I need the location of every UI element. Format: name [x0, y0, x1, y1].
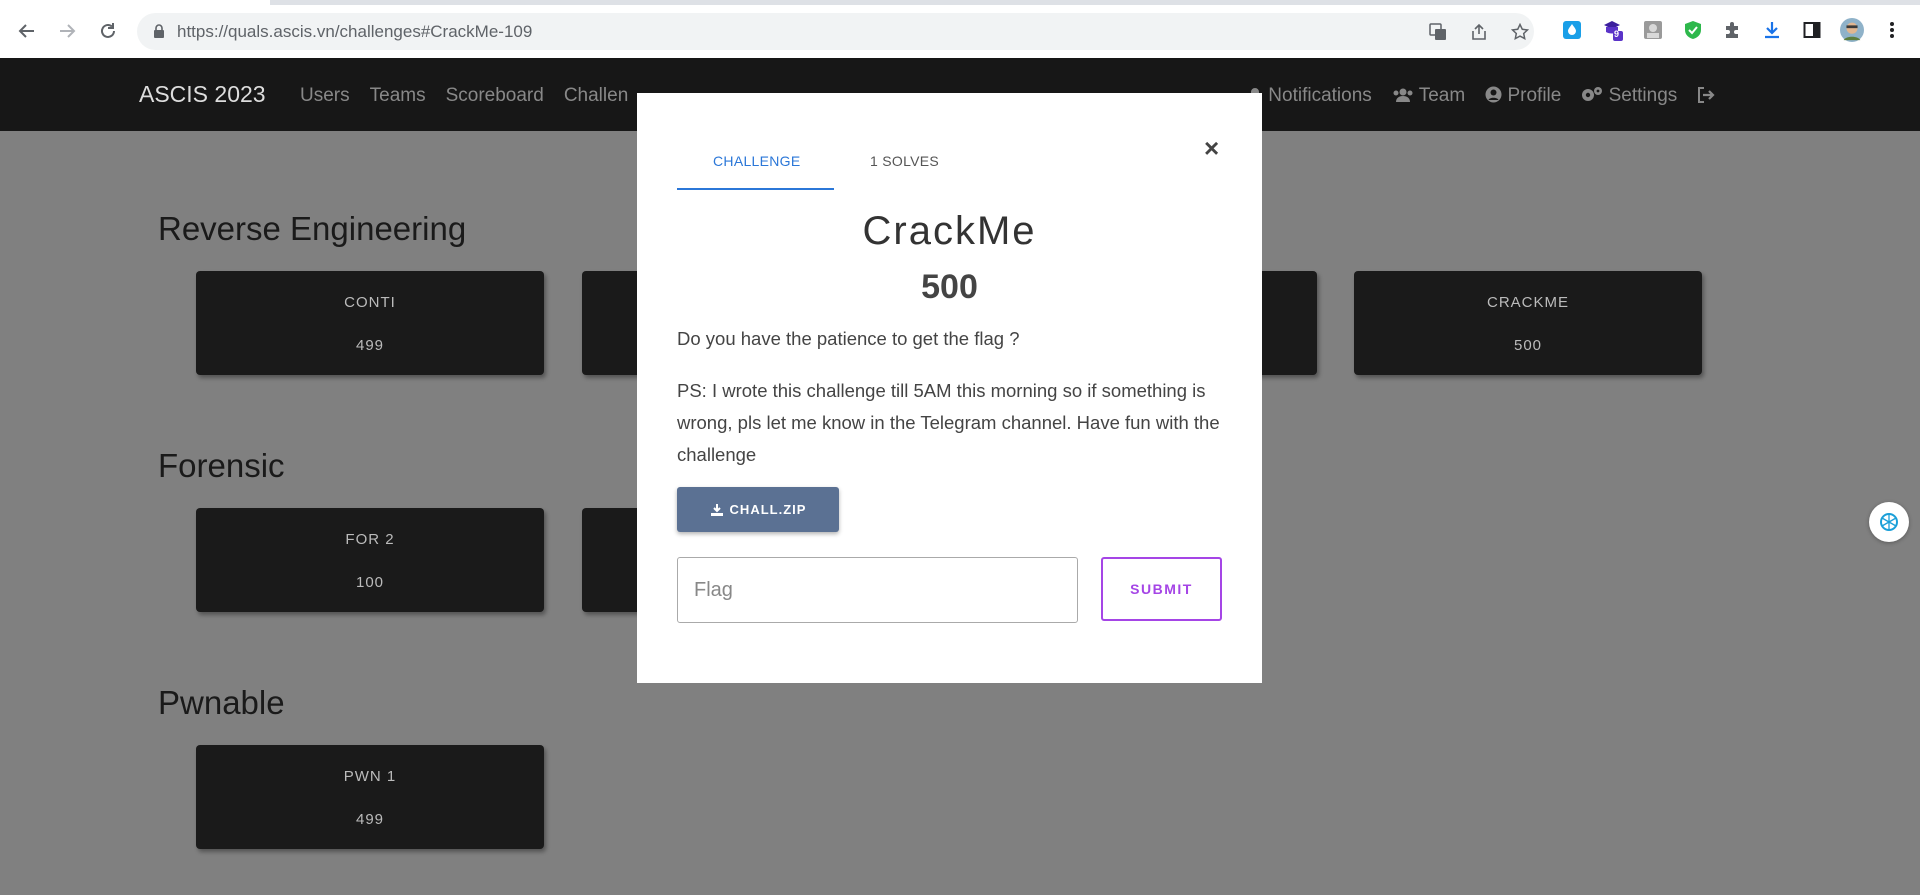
challenge-card[interactable]: CRACKME 500: [1354, 271, 1702, 375]
download-file-button[interactable]: CHALL.ZIP: [677, 487, 839, 532]
url-path: /challenges#CrackMe-109: [334, 22, 533, 41]
nav-users[interactable]: Users: [300, 85, 350, 107]
puzzle-extensions-icon[interactable]: [1721, 18, 1745, 42]
nav-scoreboard[interactable]: Scoreboard: [446, 85, 544, 107]
brand-logo[interactable]: ASCIS 2023: [139, 81, 266, 108]
category-title: Reverse Engineering: [158, 210, 467, 247]
users-icon: [1393, 88, 1413, 102]
challenge-card[interactable]: FOR 2 100: [196, 508, 544, 612]
photo-extension-icon[interactable]: [1641, 18, 1665, 42]
profile-avatar-icon[interactable]: [1840, 18, 1864, 42]
close-icon[interactable]: ×: [1204, 133, 1219, 164]
challenge-value: 500: [1513, 337, 1543, 354]
download-file-label: CHALL.ZIP: [729, 502, 807, 517]
challenge-points: 500: [921, 268, 978, 306]
tab-challenge[interactable]: CHALLENGE: [713, 153, 801, 169]
reload-icon[interactable]: [93, 16, 123, 46]
extension-badge-icon[interactable]: 9: [1601, 18, 1625, 42]
download-icon[interactable]: [1760, 18, 1784, 42]
challenge-value: 100: [355, 574, 385, 591]
flag-input[interactable]: [677, 557, 1078, 623]
challenge-name: FOR 2: [345, 531, 395, 548]
challenge-name: CRACKME: [1486, 294, 1569, 311]
nav-settings-label: Settings: [1608, 85, 1678, 106]
nav-notifications-label: Notifications: [1268, 85, 1372, 106]
description-line: Do you have the patience to get the flag…: [677, 328, 1020, 349]
nav-profile-label: Profile: [1507, 85, 1562, 106]
assistant-fab[interactable]: [1869, 502, 1909, 542]
nav-team[interactable]: Team: [1392, 85, 1465, 107]
forward-icon[interactable]: [52, 16, 82, 46]
download-icon: [710, 503, 723, 516]
challenge-modal: CHALLENGE 1 SOLVES × CrackMe 500 Do you …: [637, 93, 1262, 683]
nav-right: Notifications Team Profile Settings: [1247, 85, 1715, 107]
lock-icon: [154, 24, 164, 38]
challenge-name: CONTI: [344, 294, 396, 311]
bookmark-star-icon[interactable]: [1509, 21, 1531, 43]
challenge-card[interactable]: PWN 1 499: [196, 745, 544, 849]
challenge-name: PWN 1: [343, 768, 397, 785]
raindrop-extension-icon[interactable]: [1560, 18, 1584, 42]
logout-icon: [1698, 87, 1715, 103]
side-panel-icon[interactable]: [1800, 18, 1824, 42]
challenge-value: 499: [355, 337, 385, 354]
url-host: https://quals.ascis.vn: [177, 22, 335, 41]
browser-menu-icon[interactable]: [1880, 18, 1904, 42]
tab-strip: [0, 0, 1920, 5]
challenge-card[interactable]: CONTI 499: [196, 271, 544, 375]
nav-links: Users Teams Scoreboard Challen: [300, 85, 628, 107]
tab-solves[interactable]: 1 SOLVES: [870, 153, 939, 169]
translate-icon[interactable]: [1427, 21, 1449, 43]
nav-team-label: Team: [1418, 85, 1466, 106]
description-paragraph: PS: I wrote this challenge till 5AM this…: [677, 380, 1220, 465]
user-circle-icon: [1485, 86, 1502, 103]
shield-extension-icon[interactable]: [1681, 18, 1705, 42]
back-icon[interactable]: [12, 16, 42, 46]
nav-settings[interactable]: Settings: [1581, 85, 1677, 107]
url-text: https://quals.ascis.vn/challenges#CrackM…: [177, 22, 532, 42]
extension-badge-count: 9: [1614, 29, 1620, 39]
category-title: Pwnable: [158, 684, 285, 721]
challenge-title: CrackMe: [862, 209, 1037, 253]
category-title: Forensic: [158, 447, 285, 484]
nav-teams[interactable]: Teams: [370, 85, 426, 107]
nav-notifications[interactable]: Notifications: [1247, 85, 1372, 107]
cogs-icon: [1582, 87, 1603, 101]
nav-logout[interactable]: [1697, 85, 1715, 107]
openai-logo-icon: [1880, 513, 1898, 531]
share-icon[interactable]: [1468, 21, 1490, 43]
submit-button[interactable]: SUBMIT: [1101, 557, 1222, 621]
active-tab-indicator: [677, 188, 834, 190]
nav-profile[interactable]: Profile: [1485, 85, 1561, 107]
address-bar[interactable]: https://quals.ascis.vn/challenges#CrackM…: [137, 13, 1534, 50]
challenge-description: Do you have the patience to get the flag…: [677, 323, 1237, 491]
nav-challenges[interactable]: Challen: [564, 85, 628, 107]
challenge-value: 499: [355, 811, 385, 828]
browser-chrome: https://quals.ascis.vn/challenges#CrackM…: [0, 0, 1920, 58]
